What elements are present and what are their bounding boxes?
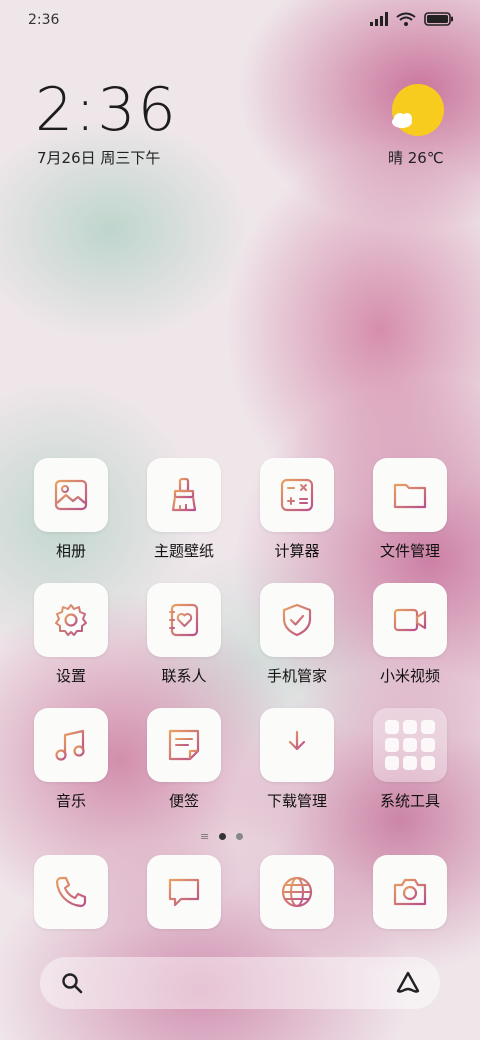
app-label: 联系人 <box>161 667 207 685</box>
status-time: 2:36 <box>28 12 60 28</box>
download-icon <box>283 730 311 757</box>
search-icon[interactable] <box>60 971 84 995</box>
shield-icon <box>282 603 312 637</box>
app-tile[interactable] <box>373 458 447 532</box>
phone-icon <box>55 876 87 908</box>
dock-browser[interactable] <box>247 855 347 929</box>
message-icon <box>168 878 200 907</box>
app-label: 音乐 <box>55 792 86 810</box>
assistant-icon[interactable] <box>394 969 422 997</box>
calculator-icon <box>280 478 314 512</box>
browser-icon <box>281 876 313 908</box>
folder-preview-grid <box>385 720 435 770</box>
dock-camera[interactable] <box>360 855 460 929</box>
app-label: 相册 <box>55 542 86 560</box>
search-bar[interactable] <box>40 957 440 1009</box>
app-label: 手机管家 <box>266 667 327 685</box>
app-tile[interactable] <box>260 458 334 532</box>
app-tile[interactable] <box>147 708 221 782</box>
app-label: 系统工具 <box>379 792 440 810</box>
app-tile[interactable] <box>147 458 221 532</box>
app-notes[interactable]: 便签 <box>134 708 234 811</box>
app-label: 主题壁纸 <box>153 542 214 560</box>
app-tile[interactable] <box>34 855 108 929</box>
app-downloads[interactable]: 下载管理 <box>247 708 347 811</box>
app-themes[interactable]: 主题壁纸 <box>134 458 234 561</box>
app-tile[interactable] <box>373 855 447 929</box>
app-tile[interactable] <box>34 458 108 532</box>
dock-messages[interactable] <box>134 855 234 929</box>
status-bar: 2:36 <box>0 0 480 42</box>
app-music[interactable]: 音乐 <box>21 708 121 811</box>
page-dot[interactable] <box>236 833 244 840</box>
app-tile[interactable] <box>147 583 221 657</box>
app-tile[interactable] <box>373 583 447 657</box>
app-tile[interactable] <box>260 855 334 929</box>
note-icon <box>168 729 200 761</box>
app-calculator[interactable]: 计算器 <box>247 458 347 561</box>
sunny-cloud-icon[interactable] <box>390 84 446 140</box>
gallery-icon <box>54 479 88 511</box>
app-label: 便签 <box>168 792 199 810</box>
signal-icon <box>370 12 388 26</box>
folder-group-icon[interactable] <box>373 708 447 782</box>
gear-icon <box>55 604 87 636</box>
app-tile[interactable] <box>34 708 108 782</box>
app-contacts[interactable]: 联系人 <box>134 583 234 686</box>
app-label: 设置 <box>55 667 86 685</box>
app-label: 计算器 <box>274 542 320 560</box>
app-label: 下载管理 <box>266 792 327 810</box>
app-tile[interactable] <box>260 583 334 657</box>
page-indicator[interactable]: ≡ <box>200 830 244 843</box>
page-dot-active[interactable] <box>219 833 227 840</box>
app-label: 文件管理 <box>379 542 440 560</box>
app-settings[interactable]: 设置 <box>21 583 121 686</box>
camera-icon <box>393 878 427 906</box>
dock-phone[interactable] <box>21 855 121 929</box>
contacts-icon <box>169 603 199 637</box>
battery-icon <box>424 12 453 26</box>
app-label: 小米视频 <box>379 667 440 685</box>
folder-icon <box>393 483 427 509</box>
app-gallery[interactable]: 相册 <box>21 458 121 561</box>
app-video[interactable]: 小米视频 <box>360 583 460 686</box>
app-tile[interactable] <box>34 583 108 657</box>
music-icon <box>55 729 85 761</box>
brush-icon <box>171 477 197 512</box>
status-icons <box>370 12 454 26</box>
app-folder-system-tools[interactable]: 系统工具 <box>360 708 460 811</box>
app-security[interactable]: 手机管家 <box>247 583 347 686</box>
app-tile[interactable] <box>260 708 334 782</box>
wifi-icon <box>396 12 416 26</box>
app-files[interactable]: 文件管理 <box>360 458 460 561</box>
clock-widget-date[interactable]: 7月26日 周三下午 <box>37 147 160 168</box>
weather-text[interactable]: 晴 26℃ <box>388 147 444 168</box>
clock-widget-time[interactable]: 2:36 <box>35 78 178 142</box>
video-icon <box>393 608 427 632</box>
app-tile[interactable] <box>147 855 221 929</box>
page-list-icon[interactable]: ≡ <box>200 830 209 843</box>
